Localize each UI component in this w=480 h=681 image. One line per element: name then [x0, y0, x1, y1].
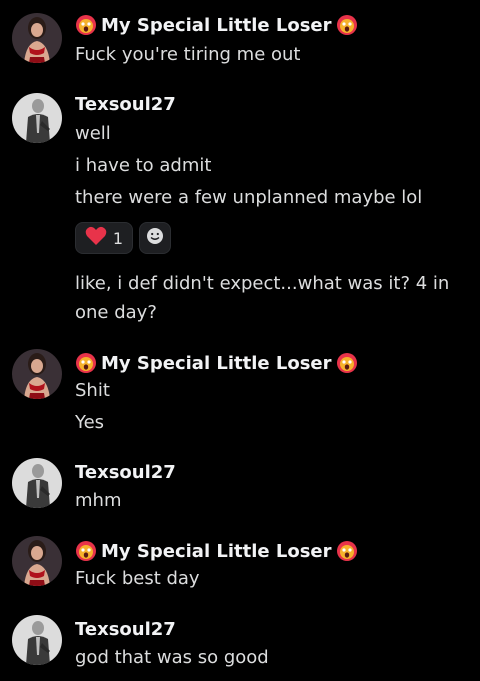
- author-name-text: Texsoul27: [75, 462, 176, 483]
- reaction-count: 1: [112, 228, 124, 248]
- heart-icon: [85, 226, 107, 250]
- author-name-text: Texsoul27: [75, 619, 176, 640]
- message-text: Fuck best day: [75, 568, 200, 589]
- face-screaming-hot-icon: [336, 14, 358, 36]
- author-name-text: Texsoul27: [75, 94, 176, 115]
- author-name[interactable]: My Special Little Loser: [75, 14, 358, 36]
- face-screaming-hot-icon: [336, 352, 358, 374]
- author-name-text: My Special Little Loser: [101, 14, 332, 36]
- author-name-text: My Special Little Loser: [101, 352, 332, 374]
- author-name-text: My Special Little Loser: [101, 540, 332, 562]
- author-name[interactable]: Texsoul27: [75, 619, 176, 640]
- add-reaction-smiley-icon: [145, 226, 165, 250]
- message-text: Fuck you're tiring me out: [75, 44, 301, 65]
- avatar[interactable]: [12, 13, 62, 63]
- avatar[interactable]: [12, 615, 62, 665]
- message-text: i have to admit: [75, 155, 212, 176]
- author-name[interactable]: Texsoul27: [75, 462, 176, 483]
- face-screaming-hot-icon: [336, 540, 358, 562]
- message-text: well: [75, 123, 111, 144]
- message-text: like, i def didn't expect...what was it?…: [75, 273, 450, 294]
- face-screaming-hot-icon: [75, 540, 97, 562]
- message-text: mhm: [75, 490, 122, 511]
- author-name[interactable]: My Special Little Loser: [75, 540, 358, 562]
- avatar[interactable]: [12, 458, 62, 508]
- reactions-bar: 1: [75, 222, 171, 254]
- avatar[interactable]: [12, 536, 62, 586]
- message-text: one day?: [75, 302, 157, 323]
- avatar[interactable]: [12, 93, 62, 143]
- reaction-heart[interactable]: 1: [75, 222, 133, 254]
- face-screaming-hot-icon: [75, 352, 97, 374]
- message-text: Shit: [75, 380, 110, 401]
- avatar[interactable]: [12, 349, 62, 399]
- author-name[interactable]: My Special Little Loser: [75, 352, 358, 374]
- face-screaming-hot-icon: [75, 14, 97, 36]
- message-text: there were a few unplanned maybe lol: [75, 187, 423, 208]
- message-text: god that was so good: [75, 647, 269, 668]
- add-reaction-button[interactable]: [139, 222, 171, 254]
- message-text: Yes: [75, 412, 105, 433]
- author-name[interactable]: Texsoul27: [75, 94, 176, 115]
